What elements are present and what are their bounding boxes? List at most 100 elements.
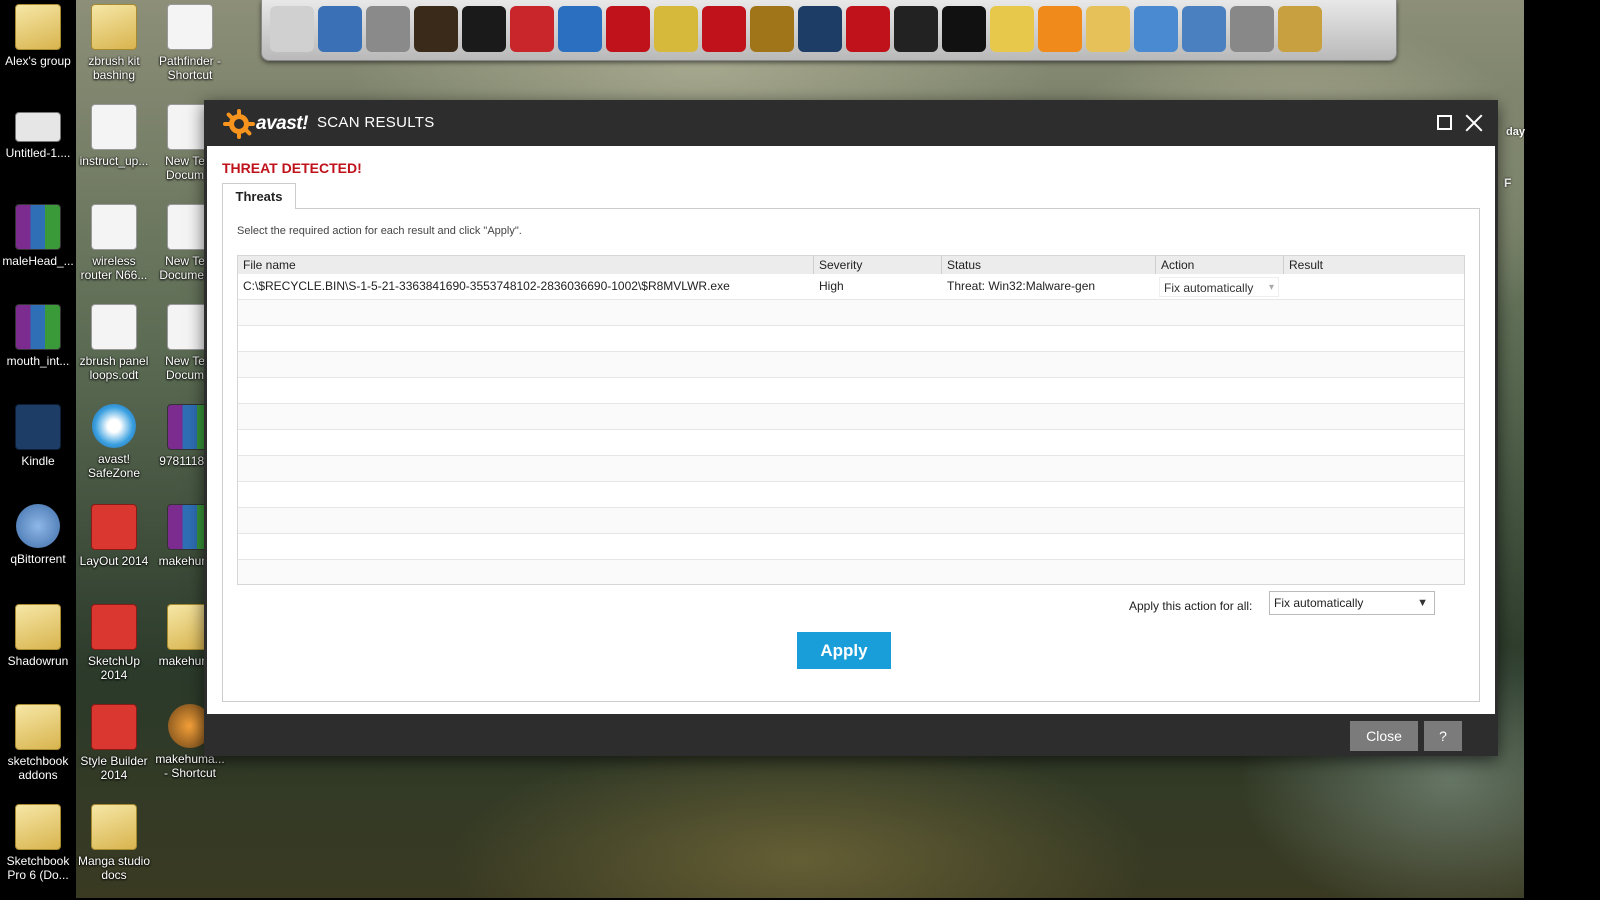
app-m-icon[interactable] (654, 6, 698, 52)
doc-icon (91, 304, 137, 350)
tab-threats[interactable]: Threats (222, 183, 296, 209)
chevron-down-icon: ▼ (1417, 597, 1428, 609)
desktop-icon-label: makehuma... - Shortcut (155, 752, 225, 780)
doc-icon (91, 204, 137, 250)
tools-icon[interactable] (1230, 6, 1274, 52)
empty-row (238, 326, 1464, 352)
desktop-icon[interactable]: zbrush panel loops.odt (76, 300, 152, 382)
maximize-button[interactable] (1432, 110, 1458, 136)
media-icon[interactable] (990, 6, 1034, 52)
app-m-red-icon[interactable] (702, 6, 746, 52)
column-header-status[interactable]: Status (942, 256, 1156, 274)
row-action-select[interactable]: Fix automatically ▾ (1159, 277, 1279, 297)
threats-panel: Select the required action for each resu… (222, 208, 1480, 702)
column-header-file-name[interactable]: File name (238, 256, 814, 274)
desktop-icon[interactable]: sketchbook addons (0, 700, 76, 782)
globe-icon[interactable] (1134, 6, 1178, 52)
apply-button[interactable]: Apply (797, 632, 891, 669)
desktop-icon[interactable]: qBittorrent (0, 500, 76, 566)
desktop-icon-label: Pathfinder - Shortcut (158, 54, 222, 82)
desktop-icon[interactable]: LayOut 2014 (76, 500, 152, 568)
empty-row (238, 560, 1464, 584)
desktop-icon[interactable]: Untitled-1.... (0, 100, 76, 160)
3d-coat-icon[interactable] (318, 6, 362, 52)
avast-logo-icon (223, 109, 255, 139)
sketchup-pro-icon[interactable] (510, 6, 554, 52)
folder-icon (15, 704, 61, 750)
hammer-icon[interactable] (1278, 6, 1322, 52)
logitech-g-icon[interactable] (942, 6, 986, 52)
avast-logo: avast! (223, 109, 308, 139)
folder-icon (91, 804, 137, 850)
steam-icon[interactable] (894, 6, 938, 52)
apply-all-action-select[interactable]: Fix automatically ▼ (1269, 591, 1435, 615)
pc-icon (15, 112, 61, 142)
desktop-icon[interactable]: Manga studio docs (76, 800, 152, 882)
vlc-icon[interactable] (1038, 6, 1082, 52)
desktop-icon[interactable]: Shadowrun (0, 600, 76, 668)
empty-row (238, 456, 1464, 482)
desktop-icon[interactable]: Pathfinder - Shortcut (152, 0, 228, 82)
desktop-icon-label: instruct_up... (79, 154, 149, 168)
desktop-icon-label: qBittorrent (10, 552, 66, 566)
row-action-value: Fix automatically (1164, 281, 1254, 295)
dialog-content: THREAT DETECTED! Threats Select the requ… (207, 146, 1495, 714)
table-row[interactable]: C:\$RECYCLE.BIN\S-1-5-21-3363841690-3553… (238, 274, 1464, 300)
close-window-button[interactable] (1461, 110, 1487, 136)
app-red-icon (91, 504, 137, 550)
app-icon[interactable] (366, 6, 410, 52)
kindle-icon (15, 404, 61, 450)
desktop-icon-label: SketchUp 2014 (87, 654, 141, 682)
desktop-icon[interactable]: Kindle (0, 400, 76, 468)
desktop-icon[interactable]: zbrush kit bashing (76, 0, 152, 82)
desktop-icon-label: mouth_int... (6, 354, 70, 368)
column-header-severity[interactable]: Severity (814, 256, 942, 274)
explorer-icon[interactable] (1182, 6, 1226, 52)
desktop-icon[interactable]: maleHead_... (0, 200, 76, 268)
close-button[interactable]: Close (1350, 721, 1418, 751)
zbrush-icon[interactable] (270, 6, 314, 52)
launcher-toolbar (261, 0, 1397, 61)
app-a-icon[interactable] (606, 6, 650, 52)
triangle-app-icon[interactable] (750, 6, 794, 52)
table-header: File name Severity Status Action Result (238, 256, 1464, 275)
chevron-down-icon: ▾ (1268, 282, 1274, 293)
kindle-icon[interactable] (798, 6, 842, 52)
background-window-fragment: F (1504, 176, 1512, 190)
column-header-result[interactable]: Result (1284, 256, 1464, 274)
desktop-icon[interactable]: Alex's group (0, 0, 76, 68)
empty-row (238, 352, 1464, 378)
help-button[interactable]: ? (1424, 721, 1462, 751)
desktop-icon-label: Manga studio docs (77, 854, 151, 882)
severity-cell: High (819, 279, 844, 293)
desktop-icon-label: Sketchbook Pro 6 (Do... (6, 854, 70, 882)
desktop-icon[interactable]: mouth_int... (0, 300, 76, 368)
instructions-text: Select the required action for each resu… (237, 225, 522, 237)
desktop-icon[interactable]: SketchUp 2014 (76, 600, 152, 682)
acrobat-icon[interactable] (846, 6, 890, 52)
empty-row (238, 482, 1464, 508)
daz-studio-icon[interactable] (462, 6, 506, 52)
globe-icon (92, 404, 136, 448)
desktop-icon[interactable]: instruct_up... (76, 100, 152, 168)
desktop-icon-label: zbrush kit bashing (88, 54, 140, 82)
results-table: File name Severity Status Action Result … (237, 255, 1465, 585)
folder-icon[interactable] (1086, 6, 1130, 52)
desktop-icon-label: wireless router N66... (80, 254, 148, 282)
desktop-icon[interactable]: avast! SafeZone (76, 400, 152, 480)
desktop-icon[interactable]: Style Builder 2014 (76, 700, 152, 782)
photoshop-elements-icon[interactable] (558, 6, 602, 52)
folder-icon (15, 804, 61, 850)
desktop-icon-label: LayOut 2014 (79, 554, 149, 568)
dialog-titlebar: avast! SCAN RESULTS (204, 100, 1498, 146)
qb-icon (16, 504, 60, 548)
column-header-action[interactable]: Action (1156, 256, 1284, 274)
empty-row (238, 508, 1464, 534)
brand-name: avast! (256, 113, 308, 134)
desktop-icon-label: zbrush panel loops.odt (79, 354, 149, 382)
desktop-icon[interactable]: wireless router N66... (76, 200, 152, 282)
desktop-icon[interactable]: Sketchbook Pro 6 (Do... (0, 800, 76, 882)
desktop-icon-label: Kindle (21, 454, 55, 468)
empty-row (238, 534, 1464, 560)
makehuman-icon[interactable] (414, 6, 458, 52)
